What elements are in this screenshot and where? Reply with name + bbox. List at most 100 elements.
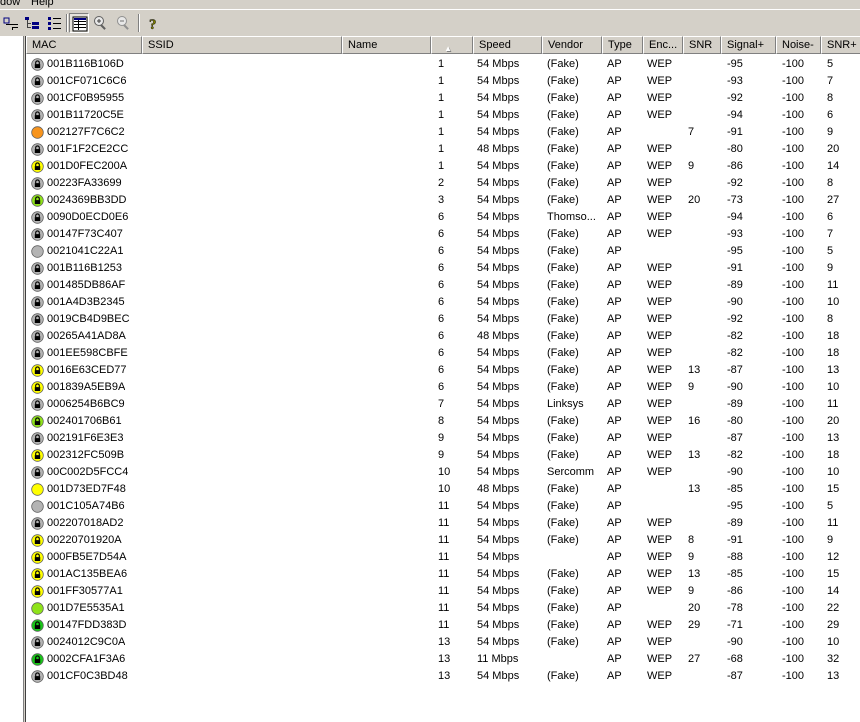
table-row[interactable]: 0019CB4D9BEC 6 54 Mbps (Fake) AP WEP -92 -100 8: [26, 311, 860, 328]
table-row[interactable]: 001D73ED7F48 10 48 Mbps (Fake) AP 13 -85 -100 15: [26, 481, 860, 498]
column-header-channel[interactable]: ▲: [431, 36, 473, 54]
column-header-mac[interactable]: MAC: [26, 36, 142, 54]
table-row[interactable]: 00223FA33699 2 54 Mbps (Fake) AP WEP -92 -100 8: [26, 175, 860, 192]
access-point-list[interactable]: MAC SSID Name ▲ Speed Vendor Type Enc...…: [25, 36, 860, 722]
cell-snr: 13: [688, 568, 701, 580]
table-row[interactable]: 0006254B6BC9 7 54 Mbps Linksys AP WEP -89 -100 1…: [26, 396, 860, 413]
cell-channel: 7: [438, 398, 445, 410]
column-header-noise[interactable]: Noise-: [776, 36, 821, 54]
column-header-snr-plus[interactable]: SNR+: [821, 36, 860, 54]
encrypted-signal-icon: [31, 398, 44, 411]
cell-vendor: (Fake): [547, 347, 579, 359]
cell-enc: WEP: [647, 449, 673, 461]
cell-noise: -100: [782, 126, 805, 138]
cell-channel: 6: [438, 262, 445, 274]
table-row[interactable]: 001CF0C3BD48 13 54 Mbps (Fake) AP WEP -87 -100 1…: [26, 668, 860, 685]
cell-speed: 54 Mbps: [477, 568, 520, 580]
cell-noise: -100: [782, 432, 805, 444]
table-row[interactable]: 00147F73C407 6 54 Mbps (Fake) AP WEP -93 -100 7: [26, 226, 860, 243]
table-row[interactable]: 00147FDD383D 11 54 Mbps (Fake) AP WEP 29 -71 -10…: [26, 617, 860, 634]
table-row[interactable]: 00C002D5FCC4 10 54 Mbps Sercomm AP WEP -90 -100…: [26, 464, 860, 481]
tree-view-button[interactable]: [22, 13, 42, 33]
table-row[interactable]: 0090D0ECD0E6 6 54 Mbps Thomso... AP WEP -94 -10…: [26, 209, 860, 226]
table-row[interactable]: 00265A41AD8A 6 48 Mbps (Fake) AP WEP -82 -100 18: [26, 328, 860, 345]
column-header-name[interactable]: Name: [342, 36, 431, 54]
cell-snr-plus: 10: [827, 296, 840, 308]
toolbar-separator: [138, 14, 140, 32]
table-row[interactable]: 001B11720C5E 1 54 Mbps (Fake) AP WEP -94 -100 6: [26, 107, 860, 124]
table-row[interactable]: 002312FC509B 9 54 Mbps (Fake) AP WEP 13 -82 -100…: [26, 447, 860, 464]
cell-noise: -100: [782, 262, 805, 274]
menu-window[interactable]: dow: [0, 0, 20, 9]
table-row[interactable]: 0016E63CED77 6 54 Mbps (Fake) AP WEP 13 -87 -100…: [26, 362, 860, 379]
cell-speed: 54 Mbps: [477, 228, 520, 240]
cell-signal: -93: [727, 228, 743, 240]
table-row[interactable]: 001485DB86AF 6 54 Mbps (Fake) AP WEP -89 -100 11: [26, 277, 860, 294]
encrypted-signal-icon: [31, 228, 44, 241]
table-row[interactable]: 002191F6E3E3 9 54 Mbps (Fake) AP WEP -87 -100 13: [26, 430, 860, 447]
table-row[interactable]: 002401706B61 8 54 Mbps (Fake) AP WEP 16 -80 -100…: [26, 413, 860, 430]
column-header-vendor[interactable]: Vendor: [542, 36, 602, 54]
cell-channel: 6: [438, 347, 445, 359]
cell-type: AP: [607, 211, 622, 223]
table-row[interactable]: 001839A5EB9A 6 54 Mbps (Fake) AP WEP 9 -90 -100 1…: [26, 379, 860, 396]
table-row[interactable]: 0024369BB3DD 3 54 Mbps (Fake) AP WEP 20 -73 -100…: [26, 192, 860, 209]
cell-noise: -100: [782, 551, 805, 563]
table-row[interactable]: 002207018AD2 11 54 Mbps (Fake) AP WEP -89 -100 1…: [26, 515, 860, 532]
cell-snr-plus: 6: [827, 211, 834, 223]
table-row[interactable]: 0002CFA1F3A6 13 11 Mbps AP WEP 27 -68 -100 32: [26, 651, 860, 668]
signal-icon: [31, 483, 44, 496]
cell-vendor: (Fake): [547, 432, 579, 444]
column-header-signal[interactable]: Signal+: [721, 36, 776, 54]
encrypted-signal-icon: [31, 75, 44, 88]
column-header-speed[interactable]: Speed: [473, 36, 542, 54]
table-row[interactable]: 000FB5E7D54A 11 54 Mbps AP WEP 9 -88 -100 12: [26, 549, 860, 566]
cell-noise: -100: [782, 330, 805, 342]
table-row[interactable]: 001AC135BEA6 11 54 Mbps (Fake) AP WEP 13 -85 -10…: [26, 566, 860, 583]
table-row[interactable]: 0024012C9C0A 13 54 Mbps (Fake) AP WEP -90 -100 1…: [26, 634, 860, 651]
table-row[interactable]: 001B116B106D 1 54 Mbps (Fake) AP WEP -95 -100 5: [26, 56, 860, 73]
table-row[interactable]: 001B116B1253 6 54 Mbps (Fake) AP WEP -91 -100 9: [26, 260, 860, 277]
cell-snr-plus: 8: [827, 177, 834, 189]
column-header-snr[interactable]: SNR: [683, 36, 721, 54]
column-header-ssid[interactable]: SSID: [142, 36, 342, 54]
encrypted-signal-icon: [31, 381, 44, 394]
table-row[interactable]: 001CF0B95955 1 54 Mbps (Fake) AP WEP -92 -100 8: [26, 90, 860, 107]
zoom-in-button[interactable]: [91, 13, 111, 33]
tree-view-icon: [25, 17, 39, 29]
cell-snr-plus: 8: [827, 92, 834, 104]
table-row[interactable]: 0021041C22A1 6 54 Mbps (Fake) AP -95 -100 5: [26, 243, 860, 260]
cell-noise: -100: [782, 211, 805, 223]
list-view-button[interactable]: [69, 13, 89, 33]
table-row[interactable]: 00220701920A 11 54 Mbps (Fake) AP WEP 8 -91 -100…: [26, 532, 860, 549]
table-row[interactable]: 001FF30577A1 11 54 Mbps (Fake) AP WEP 9 -86 -100…: [26, 583, 860, 600]
cell-vendor: (Fake): [547, 296, 579, 308]
svg-text:?: ?: [149, 17, 157, 31]
table-row[interactable]: 001C105A74B6 11 54 Mbps (Fake) AP -95 -100 5: [26, 498, 860, 515]
tree-pane[interactable]: [0, 36, 24, 722]
table-row[interactable]: 001EE598CBFE 6 54 Mbps (Fake) AP WEP -82 -100 18: [26, 345, 860, 362]
encrypted-signal-icon: [31, 568, 44, 581]
help-button[interactable]: ?: [143, 13, 163, 33]
column-header-type[interactable]: Type: [602, 36, 643, 54]
table-row[interactable]: 001A4D3B2345 6 54 Mbps (Fake) AP WEP -90 -100 10: [26, 294, 860, 311]
table-row[interactable]: 001D7E5535A1 11 54 Mbps (Fake) AP 20 -78 -100 22: [26, 600, 860, 617]
cell-channel: 6: [438, 279, 445, 291]
column-header-encryption[interactable]: Enc...: [643, 36, 683, 54]
menu-help[interactable]: Help: [31, 0, 54, 9]
cell-enc: WEP: [647, 585, 673, 597]
cell-type: AP: [607, 381, 622, 393]
details-view-button[interactable]: [45, 13, 65, 33]
cell-snr-plus: 22: [827, 602, 840, 614]
cell-channel: 2: [438, 177, 445, 189]
cell-vendor: (Fake): [547, 449, 579, 461]
table-row[interactable]: 001D0FEC200A 1 54 Mbps (Fake) AP WEP 9 -86 -100 1…: [26, 158, 860, 175]
cell-speed: 54 Mbps: [477, 381, 520, 393]
cell-enc: WEP: [647, 58, 673, 70]
table-row[interactable]: 001F1F2CE2CC 1 48 Mbps (Fake) AP WEP -80 -100 20: [26, 141, 860, 158]
filter-button[interactable]: [1, 13, 21, 33]
zoom-out-button[interactable]: [114, 13, 134, 33]
table-row[interactable]: 001CF071C6C6 1 54 Mbps (Fake) AP WEP -93 -100 7: [26, 73, 860, 90]
cell-signal: -88: [727, 551, 743, 563]
table-row[interactable]: 002127F7C6C2 1 54 Mbps (Fake) AP 7 -91 -100 9: [26, 124, 860, 141]
